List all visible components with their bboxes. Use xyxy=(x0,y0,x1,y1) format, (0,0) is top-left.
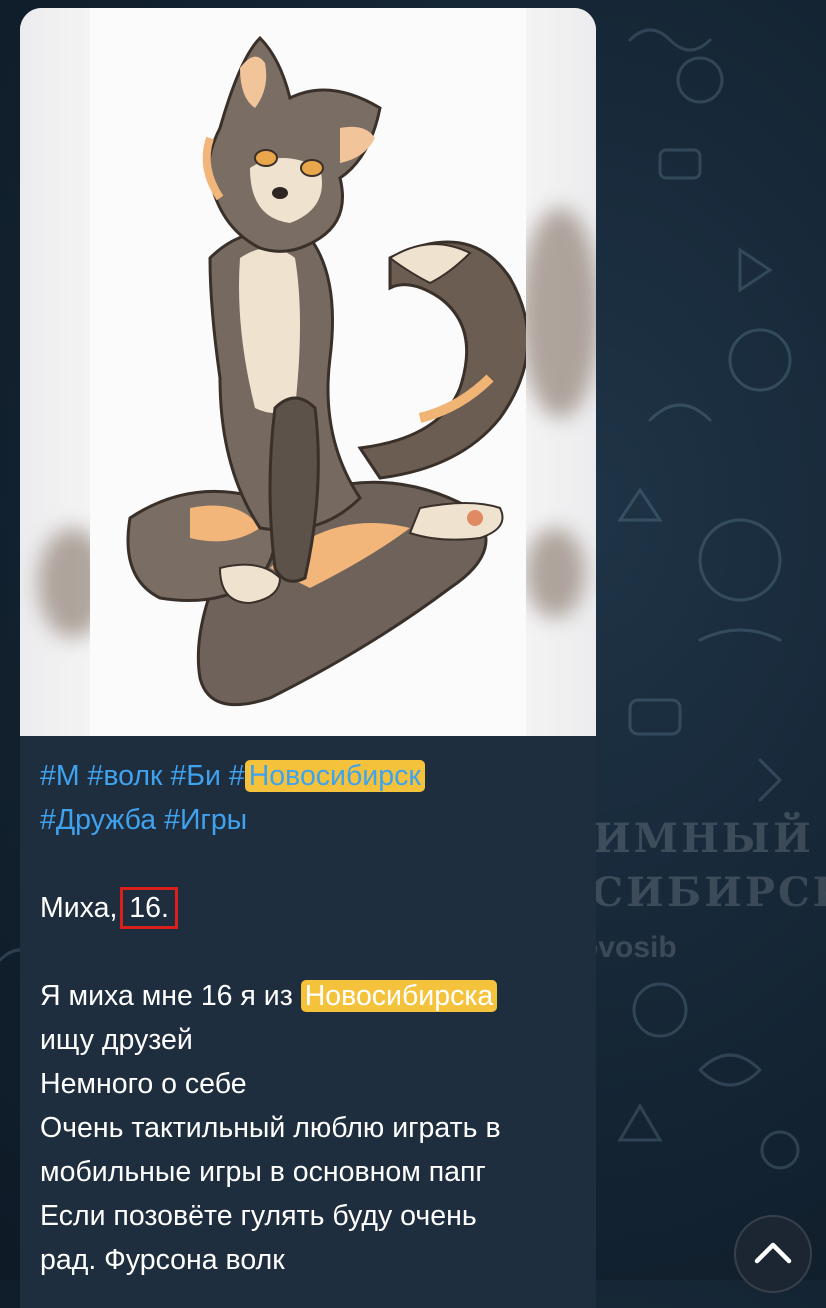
body-line-1: Я миха мне 16 я из Новосибирска xyxy=(40,974,576,1018)
hashtags-line-2: #Дружба #Игры xyxy=(40,798,576,842)
body-line: рад. Фурсона волк xyxy=(40,1244,285,1276)
hashtags-line-1: #М #волк #Би # Новосибирск xyxy=(40,754,576,798)
chevron-up-icon xyxy=(754,1242,792,1264)
hashtag-friendship[interactable]: #Дружба xyxy=(40,804,156,836)
channel-post: #М #волк #Би # Новосибирск #Дружба #Игры … xyxy=(20,8,596,1308)
search-highlight-city: Новосибирска xyxy=(300,980,498,1012)
scroll-up-button[interactable] xyxy=(734,1215,812,1293)
author-name: Миха, xyxy=(40,892,118,924)
body-line: Если позовёте гулять буду очень xyxy=(40,1200,477,1232)
search-highlight: Новосибирск xyxy=(244,760,425,792)
body-line: Очень тактильный люблю играть в xyxy=(40,1112,501,1144)
hashtag-novosibirsk-prefix: # xyxy=(228,760,245,792)
body-line: ищу друзей xyxy=(40,1024,193,1056)
body-line: мобильные игры в основном папг xyxy=(40,1156,486,1188)
name-age-line: Миха, 16. xyxy=(40,886,576,930)
hashtag-bi[interactable]: #Би xyxy=(170,760,220,792)
age-annotation-box: 16. xyxy=(120,887,178,929)
hashtag-m[interactable]: #М xyxy=(40,760,80,792)
body-line-1-text: Я миха мне 16 я из xyxy=(40,980,293,1012)
hashtag-wolf[interactable]: #волк xyxy=(88,760,163,792)
post-caption: #М #волк #Би # Новосибирск #Дружба #Игры … xyxy=(20,736,596,1282)
body-line: Немного о себе xyxy=(40,1068,247,1100)
post-image[interactable] xyxy=(20,8,596,736)
hashtag-novosibirsk[interactable]: # Новосибирск xyxy=(229,760,425,792)
wolf-character-illustration xyxy=(126,35,526,707)
hashtag-games[interactable]: #Игры xyxy=(164,804,247,836)
